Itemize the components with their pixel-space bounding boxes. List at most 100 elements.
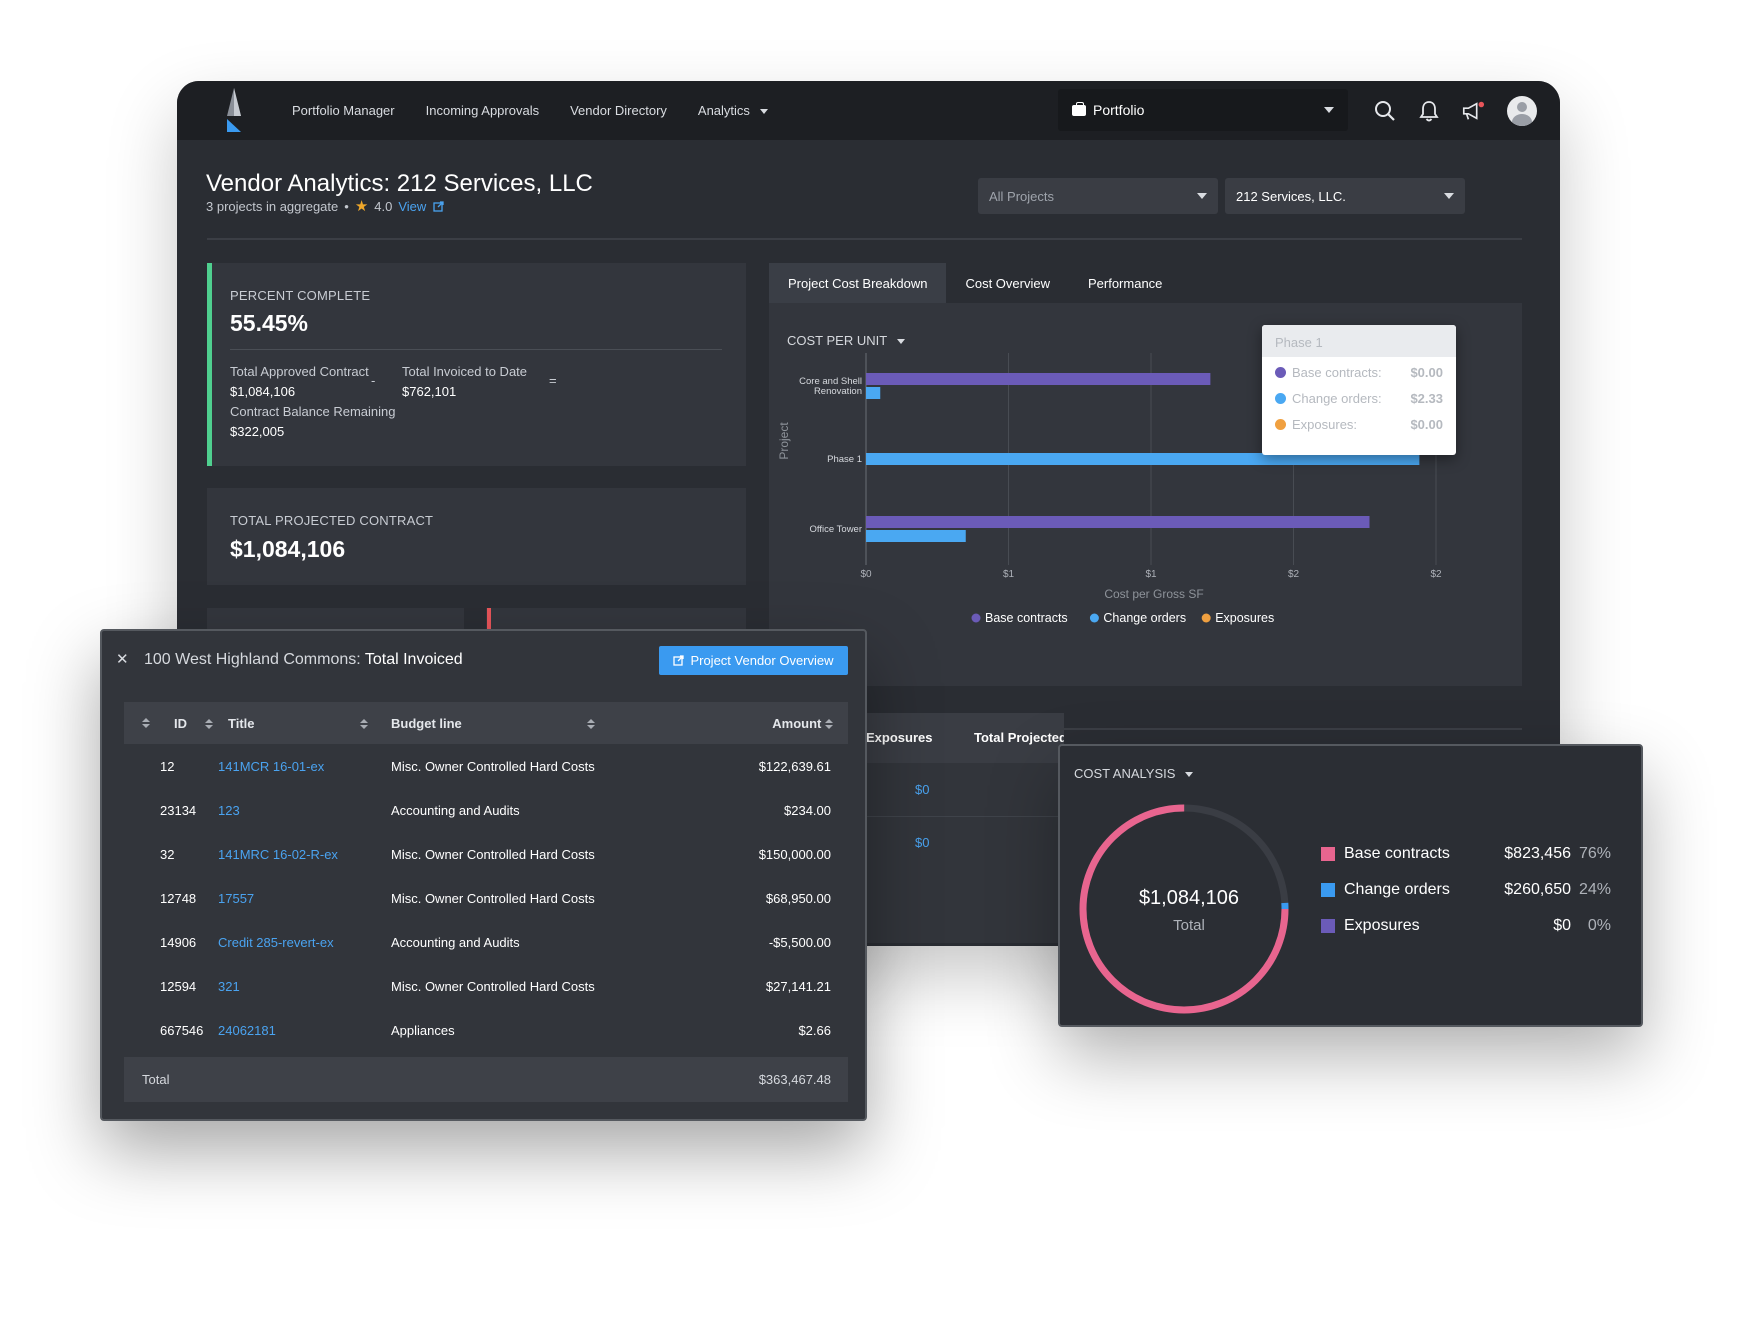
vendor-filter-select[interactable]: 212 Services, LLC. xyxy=(1225,178,1465,214)
external-link-icon xyxy=(433,200,444,212)
table-row[interactable]: 12748 17557 Misc. Owner Controlled Hard Co… xyxy=(124,876,848,920)
tooltip-row-label: Base contracts: xyxy=(1292,365,1382,380)
table-row[interactable]: 14906 Credit 285-revert-ex Accounting and … xyxy=(124,920,848,964)
row-id: 12748 xyxy=(160,890,197,906)
total-label: Total xyxy=(142,1072,170,1087)
projected-contract-label: TOTAL PROJECTED CONTRACT xyxy=(230,513,434,528)
page-title: Vendor Analytics: 212 Services, LLC xyxy=(206,170,593,197)
table-row[interactable]: 32 141MRC 16-02-R-ex Misc. Owner Controlle… xyxy=(124,832,848,876)
table-row[interactable]: 12594 321 Misc. Owner Controlled Hard Cost… xyxy=(124,964,848,1008)
nav-incoming-approvals[interactable]: Incoming Approvals xyxy=(426,103,539,118)
row-title-link[interactable]: 123 xyxy=(218,803,240,818)
avatar[interactable] xyxy=(1507,95,1537,126)
row-title-link[interactable]: 24062181 xyxy=(218,1023,276,1038)
bell-icon[interactable] xyxy=(1417,99,1441,123)
nav-analytics[interactable]: Analytics xyxy=(698,103,768,118)
x-tick-label: $2 xyxy=(1288,569,1300,580)
bar-base-contracts[interactable] xyxy=(866,516,1370,528)
bar-change-orders[interactable] xyxy=(866,530,966,542)
project-vendor-overview-button[interactable]: Project Vendor Overview xyxy=(659,646,848,675)
megaphone-icon[interactable] xyxy=(1461,99,1485,123)
column-header-title-label: Title xyxy=(228,715,255,731)
column-header-id-label: ID xyxy=(174,715,187,731)
table-body: 12 141MCR 16-01-ex Misc. Owner Controlled … xyxy=(124,744,848,1052)
row-amount: $122,639.61 xyxy=(758,758,831,774)
row-budget-line: Misc. Owner Controlled Hard Costs xyxy=(391,758,595,774)
row-title-link[interactable]: 321 xyxy=(218,979,240,994)
row-budget-line: Accounting and Audits xyxy=(391,934,520,950)
cost-per-unit-panel: COST PER UNIT $0 $1 $1 $2 $2 Core and Shell Re… xyxy=(769,303,1522,686)
row-title-link[interactable]: 17557 xyxy=(218,891,254,906)
bar-change-orders[interactable] xyxy=(866,387,881,399)
modal-title-metric: Total Invoiced xyxy=(364,651,463,668)
table-row[interactable]: 23134 123 Accounting and Audits $234.00 xyxy=(124,788,848,832)
exposures-cell[interactable]: $0 xyxy=(915,835,929,850)
approved-contract-value: $1,084,106 xyxy=(230,384,296,399)
legend-dot-icon xyxy=(1275,419,1286,430)
portfolio-select[interactable]: Portfolio xyxy=(1058,89,1348,131)
cost-analysis-selector[interactable]: COST ANALYSIS xyxy=(1074,766,1194,781)
column-header-id[interactable]: ID xyxy=(174,716,213,731)
table-row[interactable]: 667546 24062181 Appliances $2.66 xyxy=(124,1008,848,1052)
legend-label: Change orders xyxy=(1344,881,1450,898)
row-title-link[interactable]: 141MRC 16-02-R-ex xyxy=(218,847,338,862)
view-link[interactable]: View xyxy=(398,199,444,214)
tooltip-row: Base contracts: $0.00 xyxy=(1262,360,1456,386)
x-axis-title: Cost per Gross SF xyxy=(1104,587,1203,601)
projected-contract-value: $1,084,106 xyxy=(230,536,346,562)
column-header-budget-label: Budget line xyxy=(391,715,462,731)
chevron-down-icon xyxy=(1197,193,1207,199)
table-header: ID Title Budget line Amount xyxy=(124,702,848,744)
x-tick-label: $0 xyxy=(860,569,872,580)
legend-value: $0 xyxy=(1553,917,1571,934)
separator-dot: • xyxy=(344,198,349,214)
percent-complete-value: 55.45% xyxy=(230,310,309,336)
legend-dot-icon xyxy=(1275,393,1286,404)
tooltip-title: Phase 1 xyxy=(1275,335,1323,350)
tooltip-rows: Base contracts: $0.00 Change orders: $2.33 E… xyxy=(1262,360,1456,438)
column-header-title[interactable]: Title xyxy=(228,716,368,731)
header-divider xyxy=(207,238,1522,240)
invoice-table: ID Title Budget line Amount 12 141MCR 16-… xyxy=(124,702,848,1102)
nav-portfolio-manager[interactable]: Portfolio Manager xyxy=(292,103,395,118)
legend-label[interactable]: Base contracts xyxy=(985,611,1068,625)
chevron-down-icon xyxy=(1324,107,1334,113)
close-icon[interactable]: ✕ xyxy=(116,650,129,668)
sort-icon[interactable] xyxy=(142,718,150,728)
projects-filter-select[interactable]: All Projects xyxy=(978,178,1218,214)
row-amount: $68,950.00 xyxy=(765,890,831,906)
percent-complete-card: PERCENT COMPLETE 55.45% Total Approved C… xyxy=(207,263,746,466)
chart-tooltip: Phase 1 Base contracts: $0.00 Change order… xyxy=(1262,325,1456,455)
projected-contract-card: TOTAL PROJECTED CONTRACT $1,084,106 xyxy=(207,488,746,585)
bar-base-contracts[interactable] xyxy=(866,373,1211,385)
column-header-amount[interactable]: Amount xyxy=(772,716,833,731)
tab-performance[interactable]: Performance xyxy=(1069,263,1181,303)
x-tick-label: $1 xyxy=(1003,569,1015,580)
portfolio-select-value: Portfolio xyxy=(1093,102,1145,118)
search-icon[interactable] xyxy=(1373,99,1397,123)
project-vendor-overview-label: Project Vendor Overview xyxy=(690,653,834,668)
cost-legend-item: Base contracts $823,456 76% xyxy=(1321,845,1611,863)
kpi-divider xyxy=(230,349,722,350)
nav-vendor-directory[interactable]: Vendor Directory xyxy=(570,103,667,118)
chevron-down-icon xyxy=(1185,772,1194,778)
tab-project-cost-breakdown[interactable]: Project Cost Breakdown xyxy=(769,263,947,303)
donut-total-label: Total xyxy=(1173,917,1205,934)
legend-label[interactable]: Exposures xyxy=(1215,611,1274,625)
y-axis-title: Project xyxy=(777,422,791,460)
row-title-link[interactable]: 141MCR 16-01-ex xyxy=(218,759,324,774)
legend-dot-icon xyxy=(1089,613,1099,623)
row-amount: $234.00 xyxy=(784,802,831,818)
tooltip-row-value: $2.33 xyxy=(1410,391,1443,406)
table-row[interactable]: 12 141MCR 16-01-ex Misc. Owner Controlled … xyxy=(124,744,848,788)
row-title-link[interactable]: Credit 285-revert-ex xyxy=(218,935,334,950)
column-header-budget-line[interactable]: Budget line xyxy=(391,716,595,731)
analytics-tabs: Project Cost Breakdown Cost Overview Per… xyxy=(769,263,1181,303)
tooltip-row-value: $0.00 xyxy=(1410,365,1443,380)
tab-cost-overview[interactable]: Cost Overview xyxy=(946,263,1069,303)
app-logo-icon[interactable] xyxy=(221,86,247,134)
row-budget-line: Misc. Owner Controlled Hard Costs xyxy=(391,846,595,862)
legend-label[interactable]: Change orders xyxy=(1103,611,1186,625)
minus-sign: - xyxy=(371,373,376,388)
exposures-cell[interactable]: $0 xyxy=(915,782,929,797)
